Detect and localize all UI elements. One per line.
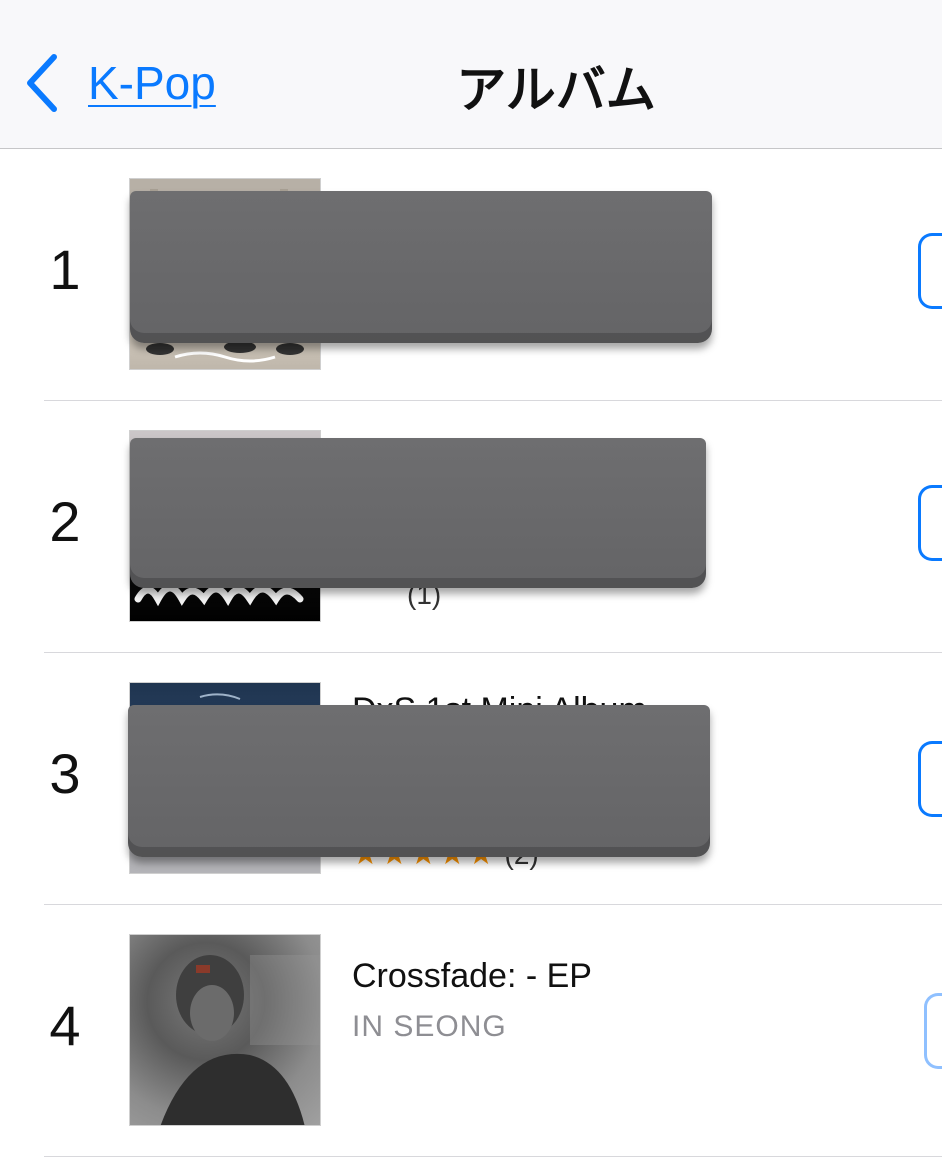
artist-name: IN SEONG	[352, 1010, 507, 1043]
list-item[interactable]: 3 DxS 1st Mini Album ★ ★ ★ ★ ★ (2)	[44, 653, 942, 905]
album-list: 1 2 (1) 3 4 Crossfade: - EP IN SEONG	[0, 149, 942, 1157]
list-item[interactable]: 4 Crossfade: - EP IN SEONG	[44, 905, 942, 1157]
album-meta: Crossfade: - EP IN SEONG	[352, 957, 592, 1044]
navigation-bar: K-Pop アルバム	[0, 0, 942, 149]
rank-number: 2	[49, 490, 81, 553]
rank-number: 3	[49, 742, 81, 805]
price-button[interactable]	[918, 741, 942, 817]
price-button[interactable]	[918, 233, 942, 309]
redaction-block	[130, 191, 712, 343]
album-artwork	[129, 934, 321, 1126]
page-title: アルバム	[456, 62, 656, 118]
rank-number: 1	[49, 238, 81, 301]
redaction-block	[130, 438, 706, 588]
rank-number: 4	[49, 994, 81, 1057]
list-item[interactable]: 1	[44, 149, 942, 401]
redaction-block	[128, 705, 710, 857]
price-button[interactable]	[918, 485, 942, 561]
price-button[interactable]	[924, 993, 942, 1069]
list-item[interactable]: 2 (1)	[44, 401, 942, 653]
album-title: Crossfade: - EP	[352, 957, 592, 995]
